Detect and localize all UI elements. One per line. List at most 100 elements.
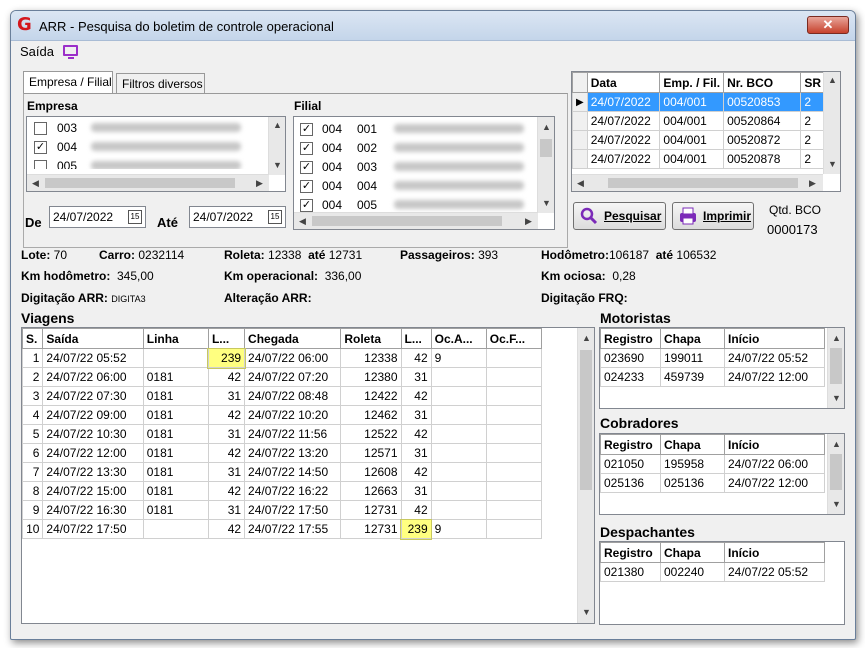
cell[interactable]: 12608 bbox=[340, 462, 402, 482]
header-nr-bco[interactable]: Nr. BCO bbox=[723, 72, 802, 93]
cell[interactable]: 31 bbox=[400, 443, 432, 463]
table-row[interactable]: 3 24/07/22 07:30 0181 31 24/07/22 08:48 12422… bbox=[22, 386, 543, 406]
scroll-left-icon[interactable]: ◀ bbox=[572, 175, 589, 191]
monitor-icon[interactable] bbox=[63, 45, 78, 59]
list-item[interactable]: ✓ 004 001 bbox=[294, 120, 539, 138]
header-inicio[interactable]: Início bbox=[724, 542, 825, 563]
header-data[interactable]: Data bbox=[586, 72, 661, 93]
scroll-down-icon[interactable]: ▼ bbox=[578, 604, 594, 621]
cell[interactable]: 24/07/2022 bbox=[586, 130, 661, 150]
pesquisar-button[interactable]: Pesquisar bbox=[573, 202, 666, 230]
list-item[interactable]: ✓ 004 003 bbox=[294, 158, 539, 176]
scroll-up-icon[interactable]: ▲ bbox=[824, 72, 840, 89]
cell[interactable]: 12380 bbox=[340, 367, 402, 387]
header-inicio[interactable]: Início bbox=[724, 328, 825, 349]
list-item[interactable]: ✓ 004 bbox=[27, 138, 267, 156]
header-registro[interactable]: Registro bbox=[600, 542, 661, 563]
cell[interactable]: 12731 bbox=[340, 500, 402, 520]
calendar-icon[interactable]: 15 bbox=[268, 210, 282, 224]
cell[interactable]: 9 bbox=[22, 500, 44, 520]
cell[interactable]: 31 bbox=[207, 386, 246, 406]
cell[interactable]: 0181 bbox=[142, 405, 209, 425]
cell[interactable]: 1 bbox=[22, 348, 44, 368]
cell[interactable] bbox=[430, 462, 487, 482]
cell[interactable] bbox=[485, 500, 543, 520]
table-row[interactable]: 024233 459739 24/07/22 12:00 bbox=[600, 367, 825, 387]
header-inicio[interactable]: Início bbox=[724, 434, 825, 455]
cell[interactable]: 4 bbox=[22, 405, 44, 425]
cell[interactable]: 31 bbox=[207, 462, 246, 482]
header-oc-a[interactable]: Oc.A... bbox=[430, 328, 487, 349]
cell[interactable]: 24/07/22 13:20 bbox=[244, 443, 342, 463]
cell[interactable]: 7 bbox=[22, 462, 44, 482]
scroll-down-icon[interactable]: ▼ bbox=[269, 157, 285, 174]
scroll-down-icon[interactable]: ▼ bbox=[824, 156, 840, 173]
cell[interactable]: 31 bbox=[207, 500, 246, 520]
tab-empresa-filial[interactable]: Empresa / Filial bbox=[23, 71, 113, 93]
cell[interactable]: 24/07/22 16:22 bbox=[244, 481, 342, 501]
cell[interactable] bbox=[485, 481, 543, 501]
cell[interactable]: 0181 bbox=[142, 367, 209, 387]
cell[interactable]: 0181 bbox=[142, 500, 209, 520]
cell[interactable]: 42 bbox=[400, 462, 432, 482]
tab-filtros-diversos[interactable]: Filtros diversos bbox=[116, 73, 205, 93]
list-item[interactable]: 003 bbox=[27, 119, 267, 137]
imprimir-button[interactable]: Imprimir bbox=[672, 202, 754, 230]
cell[interactable]: 9 bbox=[430, 519, 487, 539]
scroll-right-icon[interactable]: ▶ bbox=[520, 213, 537, 229]
list-item[interactable]: ✓ 004 002 bbox=[294, 139, 539, 157]
cell[interactable]: 42 bbox=[400, 348, 432, 368]
cell[interactable] bbox=[485, 424, 543, 444]
cell[interactable]: 42 bbox=[207, 443, 246, 463]
bco-grid[interactable]: Data Emp. / Fil. Nr. BCO SR ▶ 24/07/2022… bbox=[571, 71, 841, 192]
cell[interactable]: 199011 bbox=[660, 348, 725, 368]
header-chegada[interactable]: Chegada bbox=[244, 328, 342, 349]
scroll-down-icon[interactable]: ▼ bbox=[828, 496, 844, 513]
cell[interactable]: 8 bbox=[22, 481, 44, 501]
cell[interactable]: 24/07/22 05:52 bbox=[42, 348, 144, 368]
vertical-scrollbar[interactable]: ▲ ▼ bbox=[268, 117, 285, 175]
table-row[interactable]: 021380 002240 24/07/22 05:52 bbox=[600, 562, 825, 582]
scroll-thumb[interactable] bbox=[830, 454, 842, 490]
list-item[interactable]: 005 bbox=[27, 157, 267, 169]
checkbox-checked[interactable]: ✓ bbox=[300, 161, 313, 174]
header-chapa[interactable]: Chapa bbox=[660, 542, 725, 563]
cell[interactable]: 12462 bbox=[340, 405, 402, 425]
cell[interactable]: 24/07/22 17:50 bbox=[42, 519, 144, 539]
table-row[interactable]: 023690 199011 24/07/22 05:52 bbox=[600, 348, 825, 368]
header-saida[interactable]: Saída bbox=[42, 328, 144, 349]
cell[interactable]: 24/07/22 17:50 bbox=[244, 500, 342, 520]
cell[interactable]: 195958 bbox=[660, 454, 725, 474]
cell[interactable]: 004/001 bbox=[659, 92, 725, 112]
cobradores-grid[interactable]: Registro Chapa Início 021050 195958 24/07/… bbox=[599, 433, 845, 515]
cell[interactable]: 42 bbox=[400, 424, 432, 444]
table-row[interactable]: 9 24/07/22 16:30 0181 31 24/07/22 17:50 12731… bbox=[22, 500, 543, 520]
cell[interactable]: 24/07/22 14:50 bbox=[244, 462, 342, 482]
header-chapa[interactable]: Chapa bbox=[660, 328, 725, 349]
table-row[interactable]: 7 24/07/22 13:30 0181 31 24/07/22 14:50 12608… bbox=[22, 462, 543, 482]
cell[interactable]: 2 bbox=[800, 130, 825, 150]
checkbox[interactable] bbox=[34, 160, 47, 169]
header-oc-f[interactable]: Oc.F... bbox=[485, 328, 543, 349]
cell[interactable]: 025136 bbox=[600, 473, 661, 493]
checkbox-checked[interactable]: ✓ bbox=[300, 199, 313, 212]
scroll-up-icon[interactable]: ▲ bbox=[578, 330, 594, 347]
cell[interactable]: 10 bbox=[22, 519, 44, 539]
cell[interactable]: 004/001 bbox=[659, 130, 725, 150]
cell[interactable] bbox=[142, 519, 209, 539]
cell[interactable]: 24/07/22 11:56 bbox=[244, 424, 342, 444]
scroll-left-icon[interactable]: ◀ bbox=[294, 213, 311, 229]
menu-saida[interactable]: Saída bbox=[20, 44, 54, 59]
vertical-scrollbar[interactable]: ▲ ▼ bbox=[823, 72, 840, 174]
cell[interactable]: 12522 bbox=[340, 424, 402, 444]
cell[interactable] bbox=[430, 481, 487, 501]
horizontal-scrollbar[interactable]: ◀ ▶ bbox=[27, 174, 269, 191]
cell[interactable] bbox=[485, 462, 543, 482]
checkbox-checked[interactable]: ✓ bbox=[300, 142, 313, 155]
date-ate-field[interactable]: 24/07/2022 15 bbox=[189, 206, 286, 228]
cell[interactable] bbox=[485, 405, 543, 425]
cell[interactable]: 12731 bbox=[340, 519, 402, 539]
cell[interactable] bbox=[485, 367, 543, 387]
cell[interactable]: 12422 bbox=[340, 386, 402, 406]
cell[interactable]: 42 bbox=[207, 367, 246, 387]
